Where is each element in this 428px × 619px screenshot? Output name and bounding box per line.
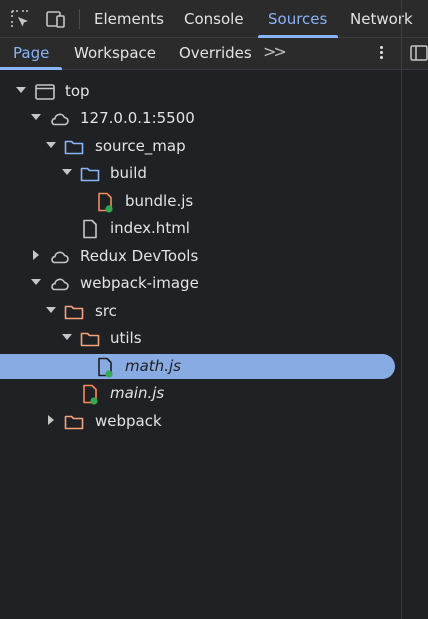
more-tabs-button[interactable]: >>: [263, 42, 287, 61]
tree-item-label: math.js: [125, 357, 181, 375]
tab-overrides[interactable]: Overrides: [179, 38, 252, 69]
tree-item-label: main.js: [110, 384, 165, 402]
tab-sources[interactable]: Sources: [268, 0, 327, 38]
tree-item-label: Redux DevTools: [80, 247, 199, 265]
tab-workspace[interactable]: Workspace: [74, 38, 156, 69]
tree-item-utils[interactable]: utils: [0, 325, 400, 352]
panel-divider[interactable]: [401, 0, 402, 619]
file-icon: [83, 219, 97, 239]
inspect-element-icon[interactable]: [9, 8, 31, 30]
expand-arrow-icon[interactable]: [16, 87, 26, 93]
collapse-arrow-icon[interactable]: [48, 415, 54, 425]
tree-item-label: 127.0.0.1:5500: [80, 109, 195, 127]
folder-icon: [64, 305, 84, 320]
javascript-file-icon: [98, 192, 113, 213]
device-toolbar-icon[interactable]: [45, 8, 67, 30]
tree-item-main-js[interactable]: main.js: [0, 380, 400, 407]
tree-item-webpack[interactable]: webpack: [0, 408, 400, 435]
cloud-icon: [51, 251, 69, 264]
expand-arrow-icon[interactable]: [46, 142, 56, 148]
expand-arrow-icon[interactable]: [31, 114, 41, 120]
tree-item-source-map[interactable]: source_map: [0, 133, 400, 160]
tree-item-localhost[interactable]: 127.0.0.1:5500: [0, 105, 400, 132]
tree-item-build[interactable]: build: [0, 160, 400, 187]
tree-item-src[interactable]: src: [0, 298, 400, 325]
tree-item-bundle-js[interactable]: bundle.js: [0, 188, 400, 215]
tree-item-label: source_map: [95, 137, 186, 155]
tree-item-math-js[interactable]: math.js: [0, 353, 400, 380]
folder-icon: [64, 140, 84, 155]
tree-item-label: utils: [110, 329, 142, 347]
tree-item-index-html[interactable]: index.html: [0, 215, 400, 242]
tree-item-top[interactable]: top: [0, 78, 400, 105]
more-options-icon[interactable]: [377, 44, 385, 64]
tree-item-label: top: [65, 82, 90, 100]
tab-page[interactable]: Page: [13, 38, 49, 69]
expand-arrow-icon[interactable]: [62, 334, 72, 340]
expand-arrow-icon[interactable]: [31, 279, 41, 285]
tree-item-label: webpack: [95, 412, 162, 430]
tree-item-redux-devtools[interactable]: Redux DevTools: [0, 243, 400, 270]
folder-icon: [64, 415, 84, 430]
expand-arrow-icon[interactable]: [46, 307, 56, 313]
tree-item-label: build: [110, 164, 147, 182]
toggle-sidebar-icon[interactable]: [410, 45, 428, 61]
collapse-arrow-icon[interactable]: [33, 250, 39, 260]
devtools-toolbar: Elements Console Sources Network: [0, 0, 428, 38]
navigator-tabbar: Page Workspace Overrides: [0, 38, 428, 70]
javascript-file-icon: [98, 357, 113, 378]
javascript-file-icon: [83, 384, 98, 405]
tab-network[interactable]: Network: [350, 0, 413, 38]
tree-item-label: webpack-image: [80, 274, 199, 292]
expand-arrow-icon[interactable]: [62, 169, 72, 175]
tab-elements[interactable]: Elements: [94, 0, 164, 38]
tree-item-label: src: [95, 302, 117, 320]
frame-icon: [35, 84, 55, 100]
folder-icon: [80, 332, 100, 347]
tab-console[interactable]: Console: [184, 0, 244, 38]
tree-item-label: index.html: [110, 219, 190, 237]
toolbar-separator: [79, 9, 80, 29]
cloud-icon: [51, 278, 69, 291]
tree-item-label: bundle.js: [125, 192, 194, 210]
cloud-icon: [51, 113, 69, 126]
folder-icon: [80, 167, 100, 182]
active-subtab-indicator: [0, 67, 62, 70]
tree-item-webpack-image[interactable]: webpack-image: [0, 270, 400, 297]
selection-highlight: [0, 354, 395, 379]
